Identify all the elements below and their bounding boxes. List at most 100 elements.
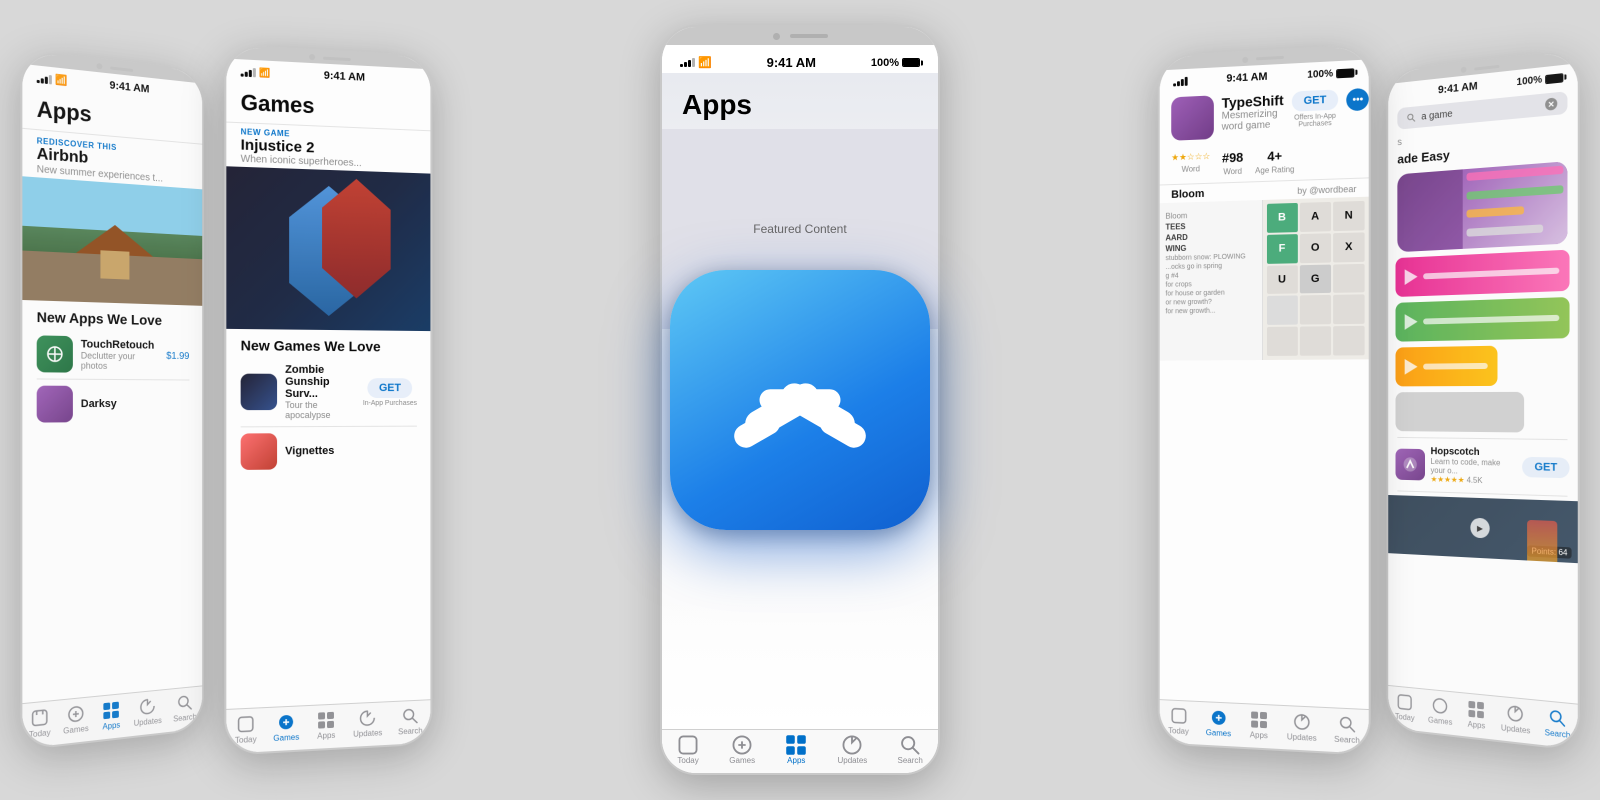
hopscotch-stars: ★★★★★ 4.5K [1431,475,1517,486]
phone-5-content: a game ✕ s ade Easy [1388,84,1578,704]
zombie-get-btn[interactable]: GET [367,378,412,398]
tab-apps-5[interactable]: Apps [1466,700,1487,731]
tab-search-label-3: Search [898,756,923,765]
touchretouch-icon [37,335,73,372]
phone-4-content: TypeShift Mesmerizing word game GET Offe… [1160,80,1369,709]
tab-games-1[interactable]: Games [63,704,89,736]
tab-apps-icon-1 [101,700,122,720]
featured-image-1 [22,176,202,306]
tab-updates-icon-2 [357,709,379,728]
tab-updates-label-1: Updates [134,716,162,728]
speaker-3 [790,34,828,38]
tab-today-2[interactable]: Today [235,715,257,746]
appstore-a-shape [730,378,870,452]
tab-updates-icon-1 [137,697,158,717]
darksy-name: Darksy [81,398,190,410]
phone-5: 9:41 AM 100% a game ✕ [1386,49,1579,752]
appstore-logo-svg [710,310,890,490]
scene: 📶 9:41 AM Apps REDISCOVER THIS Airbnb Ne… [0,0,1600,800]
clear-search-5[interactable]: ✕ [1545,97,1557,110]
tab-today-4[interactable]: Today [1168,706,1189,736]
tab-today-label-3: Today [677,756,698,765]
battery-icon-3 [902,58,920,67]
results-label-5: s [1397,137,1402,148]
tab-games-icon-2 [275,713,297,732]
front-camera-5 [1461,67,1467,74]
tab-apps-label-2: Apps [317,731,335,741]
phone-2-content: Games NEW GAME Injustice 2 When iconic s… [226,79,430,709]
phone-4-screen: 9:41 AM 100% TypeShift Mesmerizing word … [1160,59,1369,753]
tab-updates-icon-4 [1291,712,1313,731]
tab-updates-label-4: Updates [1287,732,1317,743]
tab-games-label-1: Games [63,724,89,736]
tab-games-2[interactable]: Games [273,712,299,743]
play-btn-5[interactable]: ▶ [1470,518,1489,539]
phone-3-header-text: Apps [682,89,918,121]
age-label: Age Rating [1255,165,1294,175]
tab-apps-label-4: Apps [1250,730,1268,740]
tab-games-3[interactable]: Games [729,736,755,765]
tab-apps-icon-3 [785,736,807,754]
rank-category: Word [1223,167,1242,177]
front-camera-2 [309,54,315,60]
tab-today-5[interactable]: Today [1395,692,1415,722]
panel-bar-pink [1423,268,1559,280]
tab-today-1[interactable]: Today [29,707,51,739]
word-list: Bloom TEES AARD WING stubborn snow: PLOW… [1160,200,1263,361]
tab-search-1[interactable]: Search [173,693,196,724]
hopscotch-get-btn[interactable]: GET [1522,457,1569,478]
tab-updates-5[interactable]: Updates [1501,703,1530,735]
phone-1-title: Apps [37,96,190,136]
phone-5-screen: 9:41 AM 100% a game ✕ [1388,63,1578,749]
darksy-info: Darksy [81,398,190,410]
typeshift-get-btn[interactable]: GET [1292,89,1339,111]
signal-1 [37,73,52,84]
tab-search-4[interactable]: Search [1334,714,1360,745]
word-category: Word [1182,164,1200,174]
tab-apps-label-5: Apps [1468,720,1486,731]
tab-today-3[interactable]: Today [677,736,699,765]
tab-updates-4[interactable]: Updates [1287,712,1317,743]
tab-apps-icon-2 [315,711,337,730]
tab-apps-3[interactable]: Apps [785,736,807,765]
play-icon-pink [1405,269,1418,285]
tab-games-icon-5 [1430,696,1451,716]
panel-bar-green [1423,315,1559,325]
more-btn-4[interactable]: ••• [1347,88,1369,111]
tab-updates-label-2: Updates [353,728,382,738]
age-block: 4+ Age Rating [1255,148,1294,176]
tab-apps-2[interactable]: Apps [315,711,337,741]
stars-block: ★★☆☆☆ Word [1171,151,1210,178]
tab-apps-4[interactable]: Apps [1248,710,1270,740]
search-icon-5 [1407,112,1416,123]
tab-updates-3[interactable]: Updates [838,736,868,765]
tab-today-label-5: Today [1395,712,1415,723]
battery-icon-5 [1545,73,1563,84]
typeshift-actions: GET Offers In-App Purchases [1292,89,1339,128]
tab-search-2[interactable]: Search [398,707,422,737]
tab-games-5[interactable]: Games [1428,696,1452,727]
battery-4: 100% [1307,67,1354,80]
battery-3-pct: 100% [871,57,899,69]
tab-apps-label-3: Apps [787,756,805,765]
tab-updates-1[interactable]: Updates [134,696,162,728]
hopscotch-icon-5 [1396,449,1425,481]
letter-grid: B A N F O X U G [1263,197,1369,360]
divider-5 [1397,437,1567,440]
status-left-3: 📶 [680,56,712,69]
vignettes-row: Vignettes [226,427,430,477]
tab-search-icon-5 [1546,708,1568,729]
time-4: 9:41 AM [1226,71,1267,85]
panel-green-5 [1396,297,1570,342]
tab-updates-2[interactable]: Updates [353,708,382,738]
tab-today-icon-1 [29,707,51,728]
tab-search-3[interactable]: Search [898,736,923,765]
tab-search-5[interactable]: Search [1545,708,1571,740]
bloom-by: by @wordbear [1297,184,1356,196]
app-row-2: Darksy [22,379,202,428]
status-bar-3: 📶 9:41 AM 100% [662,45,938,73]
front-camera-3 [773,33,780,40]
tab-games-label-2: Games [273,733,299,743]
tab-games-4[interactable]: Games [1206,708,1231,738]
tab-apps-1[interactable]: Apps [101,700,122,731]
